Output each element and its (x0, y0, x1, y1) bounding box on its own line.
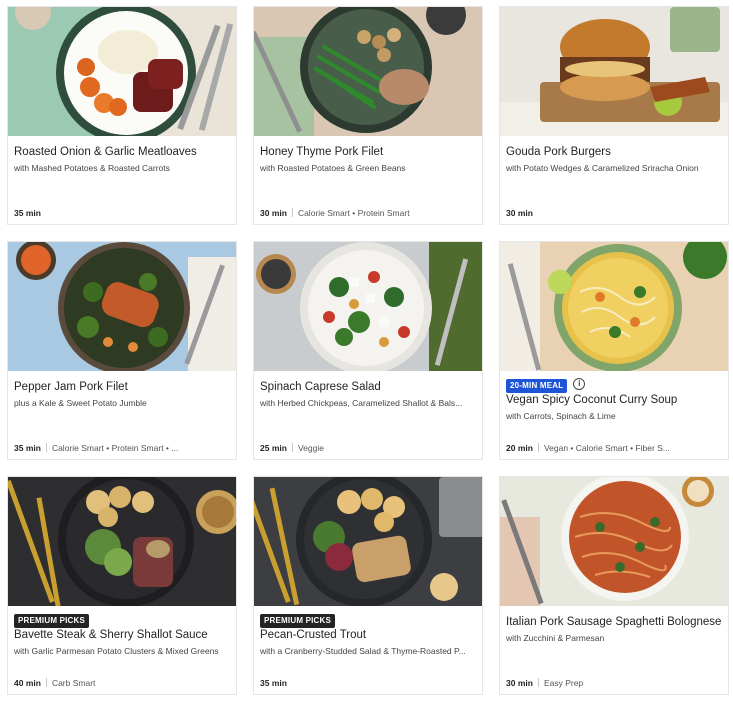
recipe-meta: 40 min Carb Smart (14, 678, 230, 688)
recipe-card[interactable]: PREMIUM PICKS Bavette Steak & Sherry Sha… (7, 476, 237, 695)
recipe-grid: Roasted Onion & Garlic Meatloaves with M… (0, 0, 733, 701)
divider (45, 443, 47, 452)
recipe-card[interactable]: Roasted Onion & Garlic Meatloaves with M… (7, 6, 237, 225)
recipe-subtitle: with Potato Wedges & Caramelized Srirach… (506, 163, 699, 173)
recipe-subtitle: with Zucchini & Parmesan (506, 633, 605, 643)
recipe-title[interactable]: Spinach Caprese Salad (260, 380, 476, 394)
recipe-tags: Carb Smart (51, 678, 96, 688)
recipe-image[interactable] (500, 242, 728, 371)
badge-row: PREMIUM PICKS (260, 612, 476, 628)
card-body: Pepper Jam Pork Filet plus a Kale & Swee… (8, 371, 236, 459)
divider (537, 443, 539, 452)
recipe-card[interactable]: PREMIUM PICKS Pecan-Crusted Trout with a… (253, 476, 483, 695)
cook-time: 40 min (14, 678, 41, 688)
badge-row: PREMIUM PICKS (14, 612, 230, 628)
recipe-card[interactable]: Italian Pork Sausage Spaghetti Bolognese… (499, 476, 729, 695)
cook-time: 35 min (14, 208, 41, 218)
recipe-tags: Vegan • Calorie Smart • Fiber S... (543, 443, 670, 453)
recipe-meta: 30 min Calorie Smart • Protein Smart (260, 208, 476, 218)
card-body: Spinach Caprese Salad with Herbed Chickp… (254, 371, 482, 459)
divider (291, 208, 293, 217)
recipe-card[interactable]: Pepper Jam Pork Filet plus a Kale & Swee… (7, 241, 237, 460)
cook-time: 20 min (506, 443, 533, 453)
recipe-title[interactable]: Gouda Pork Burgers (506, 145, 722, 159)
recipe-image[interactable] (254, 477, 482, 606)
badge-row: 20-MIN MEAL i (506, 377, 722, 393)
recipe-card[interactable]: 20-MIN MEAL i Vegan Spicy Coconut Curry S… (499, 241, 729, 460)
recipe-subtitle: with Garlic Parmesan Potato Clusters & M… (14, 646, 219, 656)
cook-time: 30 min (506, 678, 533, 688)
recipe-image[interactable] (8, 7, 236, 136)
card-body: 20-MIN MEAL i Vegan Spicy Coconut Curry S… (500, 371, 728, 459)
cook-time: 35 min (14, 443, 41, 453)
recipe-meta: 35 min Calorie Smart • Protein Smart • ..… (14, 443, 230, 453)
cook-time: 30 min (260, 208, 287, 218)
recipe-meta: 35 min (14, 208, 230, 218)
recipe-title[interactable]: Italian Pork Sausage Spaghetti Bolognese (506, 615, 722, 629)
recipe-tags: Calorie Smart • Protein Smart • ... (51, 443, 179, 453)
recipe-card[interactable]: Gouda Pork Burgers with Potato Wedges & … (499, 6, 729, 225)
recipe-tags: Easy Prep (543, 678, 584, 688)
recipe-subtitle: with Roasted Potatoes & Green Beans (260, 163, 406, 173)
recipe-title[interactable]: Pepper Jam Pork Filet (14, 380, 230, 394)
info-icon[interactable]: i (573, 377, 586, 390)
recipe-image[interactable] (8, 477, 236, 606)
divider (291, 443, 293, 452)
twenty-min-meal-badge: 20-MIN MEAL (506, 379, 568, 393)
divider (45, 678, 47, 687)
premium-picks-badge: PREMIUM PICKS (260, 614, 336, 628)
cook-time: 25 min (260, 443, 287, 453)
cook-time: 30 min (506, 208, 533, 218)
card-body: Italian Pork Sausage Spaghetti Bolognese… (500, 606, 728, 694)
recipe-title[interactable]: Honey Thyme Pork Filet (260, 145, 476, 159)
recipe-image[interactable] (254, 242, 482, 371)
card-body: PREMIUM PICKS Pecan-Crusted Trout with a… (254, 606, 482, 694)
recipe-meta: 20 min Vegan • Calorie Smart • Fiber S... (506, 443, 722, 453)
recipe-subtitle: with Herbed Chickpeas, Caramelized Shall… (260, 398, 463, 408)
recipe-title[interactable]: Pecan-Crusted Trout (260, 628, 476, 642)
recipe-image[interactable] (500, 477, 728, 606)
recipe-meta: 30 min Easy Prep (506, 678, 722, 688)
recipe-image[interactable] (254, 7, 482, 136)
recipe-subtitle: plus a Kale & Sweet Potato Jumble (14, 398, 147, 408)
recipe-card[interactable]: Spinach Caprese Salad with Herbed Chickp… (253, 241, 483, 460)
recipe-title[interactable]: Vegan Spicy Coconut Curry Soup (506, 393, 722, 407)
card-body: Roasted Onion & Garlic Meatloaves with M… (8, 136, 236, 224)
recipe-tags: Veggie (297, 443, 324, 453)
cook-time: 35 min (260, 678, 287, 688)
recipe-subtitle: with Carrots, Spinach & Lime (506, 411, 616, 421)
recipe-subtitle: with Mashed Potatoes & Roasted Carrots (14, 163, 170, 173)
recipe-card[interactable]: Honey Thyme Pork Filet with Roasted Pota… (253, 6, 483, 225)
recipe-tags: Calorie Smart • Protein Smart (297, 208, 410, 218)
recipe-meta: 30 min (506, 208, 722, 218)
recipe-image[interactable] (500, 7, 728, 136)
card-body: Gouda Pork Burgers with Potato Wedges & … (500, 136, 728, 224)
recipe-meta: 25 min Veggie (260, 443, 476, 453)
recipe-subtitle: with a Cranberry-Studded Salad & Thyme-R… (260, 646, 466, 656)
divider (537, 678, 539, 687)
recipe-title[interactable]: Roasted Onion & Garlic Meatloaves (14, 145, 230, 159)
recipe-title[interactable]: Bavette Steak & Sherry Shallot Sauce (14, 628, 230, 642)
card-body: PREMIUM PICKS Bavette Steak & Sherry Sha… (8, 606, 236, 694)
recipe-image[interactable] (8, 242, 236, 371)
recipe-meta: 35 min (260, 678, 476, 688)
premium-picks-badge: PREMIUM PICKS (14, 614, 90, 628)
card-body: Honey Thyme Pork Filet with Roasted Pota… (254, 136, 482, 224)
